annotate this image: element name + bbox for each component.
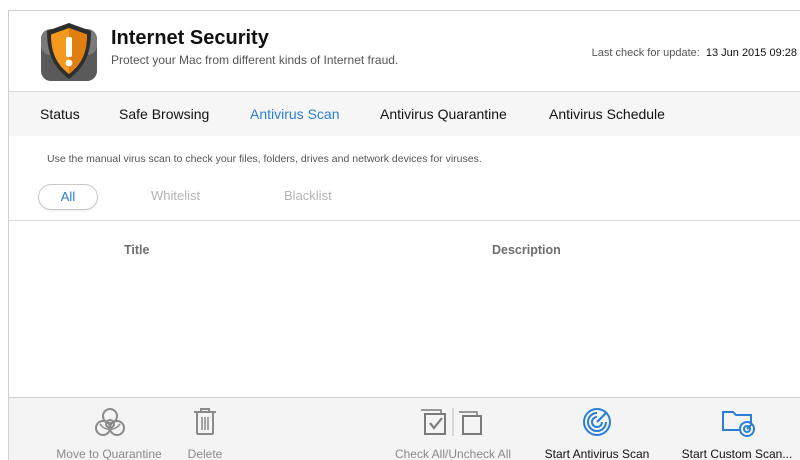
scan-table: Title Description xyxy=(9,221,800,397)
column-header-description[interactable]: Description xyxy=(492,243,561,257)
last-update-info: Last check for update: 13 Jun 2015 09:28 xyxy=(592,47,797,59)
tab-bar: Status Safe Browsing Antivirus Scan Anti… xyxy=(9,91,800,137)
check-boxes-icon xyxy=(419,406,487,443)
app-window: Internet Security Protect your Mac from … xyxy=(8,10,800,460)
bottom-toolbar: Move to Quarantine Delete Check All/Unch… xyxy=(9,397,800,460)
scan-description: Use the manual virus scan to check your … xyxy=(47,153,482,165)
start-antivirus-scan-button[interactable]: Start Antivirus Scan xyxy=(537,398,657,460)
tab-antivirus-schedule[interactable]: Antivirus Schedule xyxy=(549,106,665,122)
delete-label: Delete xyxy=(187,447,223,460)
move-to-quarantine-label: Move to Quarantine xyxy=(56,447,162,460)
warning-shield-icon xyxy=(39,21,99,83)
start-custom-scan-button[interactable]: Start Custom Scan... xyxy=(673,398,800,460)
filter-whitelist-button[interactable]: Whitelist xyxy=(151,184,200,208)
scan-panel: Use the manual virus scan to check your … xyxy=(9,136,800,221)
app-title: Internet Security xyxy=(111,27,269,49)
radar-icon xyxy=(581,406,613,443)
app-subtitle: Protect your Mac from different kinds of… xyxy=(111,53,399,67)
trash-icon xyxy=(192,406,218,443)
last-update-label: Last check for update: xyxy=(591,47,700,59)
app-header: Internet Security Protect your Mac from … xyxy=(9,11,800,91)
last-update-value: 13 Jun 2015 09:28 xyxy=(705,47,797,59)
tab-antivirus-scan[interactable]: Antivirus Scan xyxy=(250,106,339,122)
biohazard-icon xyxy=(92,406,128,447)
column-header-title[interactable]: Title xyxy=(124,243,149,257)
filter-all-button[interactable]: All xyxy=(38,184,98,210)
tab-safe-browsing[interactable]: Safe Browsing xyxy=(119,106,209,122)
check-all-label: Check All/Uncheck All xyxy=(394,447,512,460)
start-antivirus-scan-label: Start Antivirus Scan xyxy=(544,447,650,460)
filter-blacklist-button[interactable]: Blacklist xyxy=(284,184,332,208)
tab-status[interactable]: Status xyxy=(40,106,80,122)
move-to-quarantine-button[interactable]: Move to Quarantine xyxy=(39,398,179,460)
delete-button[interactable]: Delete xyxy=(179,398,231,460)
tab-antivirus-quarantine[interactable]: Antivirus Quarantine xyxy=(380,106,507,122)
check-all-button[interactable]: Check All/Uncheck All xyxy=(385,398,521,460)
start-custom-scan-label: Start Custom Scan... xyxy=(681,447,793,460)
folder-scan-icon xyxy=(721,406,757,443)
